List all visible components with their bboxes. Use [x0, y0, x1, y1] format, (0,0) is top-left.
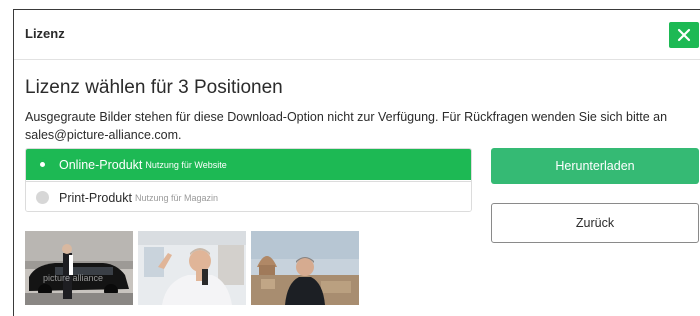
radio-online[interactable] — [36, 158, 49, 171]
page-title: Lizenz wählen für 3 Positionen — [25, 77, 283, 98]
watermark-text: picture alliance — [43, 273, 103, 283]
license-dialog: Lizenz Lizenz wählen für 3 Positionen Au… — [13, 9, 700, 316]
thumbnail-city-scene[interactable] — [251, 231, 359, 305]
license-option-print-description: Nutzung für Magazin — [134, 192, 218, 203]
thumbnail-speaker-scene[interactable] — [138, 231, 246, 305]
license-option-online[interactable]: Online-Produkt Nutzung für Website — [26, 149, 471, 180]
thumbnail-city-image — [251, 231, 359, 305]
thumbnail-car-scene[interactable]: picture alliance — [25, 231, 133, 305]
availability-notice: Ausgegraute Bilder stehen für diese Down… — [25, 110, 668, 142]
close-button[interactable] — [669, 22, 699, 48]
radio-print[interactable] — [36, 191, 49, 204]
license-options: Online-Produkt Nutzung für Website Print… — [25, 148, 472, 212]
download-button[interactable]: Herunterladen — [491, 148, 699, 184]
license-option-online-description: Nutzung für Website — [145, 159, 227, 170]
thumbnail-speaker-image — [138, 231, 246, 305]
back-button[interactable]: Zurück — [491, 203, 699, 243]
dialog-title: Lizenz — [25, 26, 65, 41]
dialog-header: Lizenz — [14, 10, 700, 60]
license-option-print-name: Print-Produkt — [59, 190, 132, 205]
license-option-online-name: Online-Produkt — [59, 157, 143, 172]
thumbnail-car-image: picture alliance — [25, 231, 133, 305]
license-option-print[interactable]: Print-Produkt Nutzung für Magazin — [26, 181, 471, 211]
close-icon — [677, 28, 691, 42]
